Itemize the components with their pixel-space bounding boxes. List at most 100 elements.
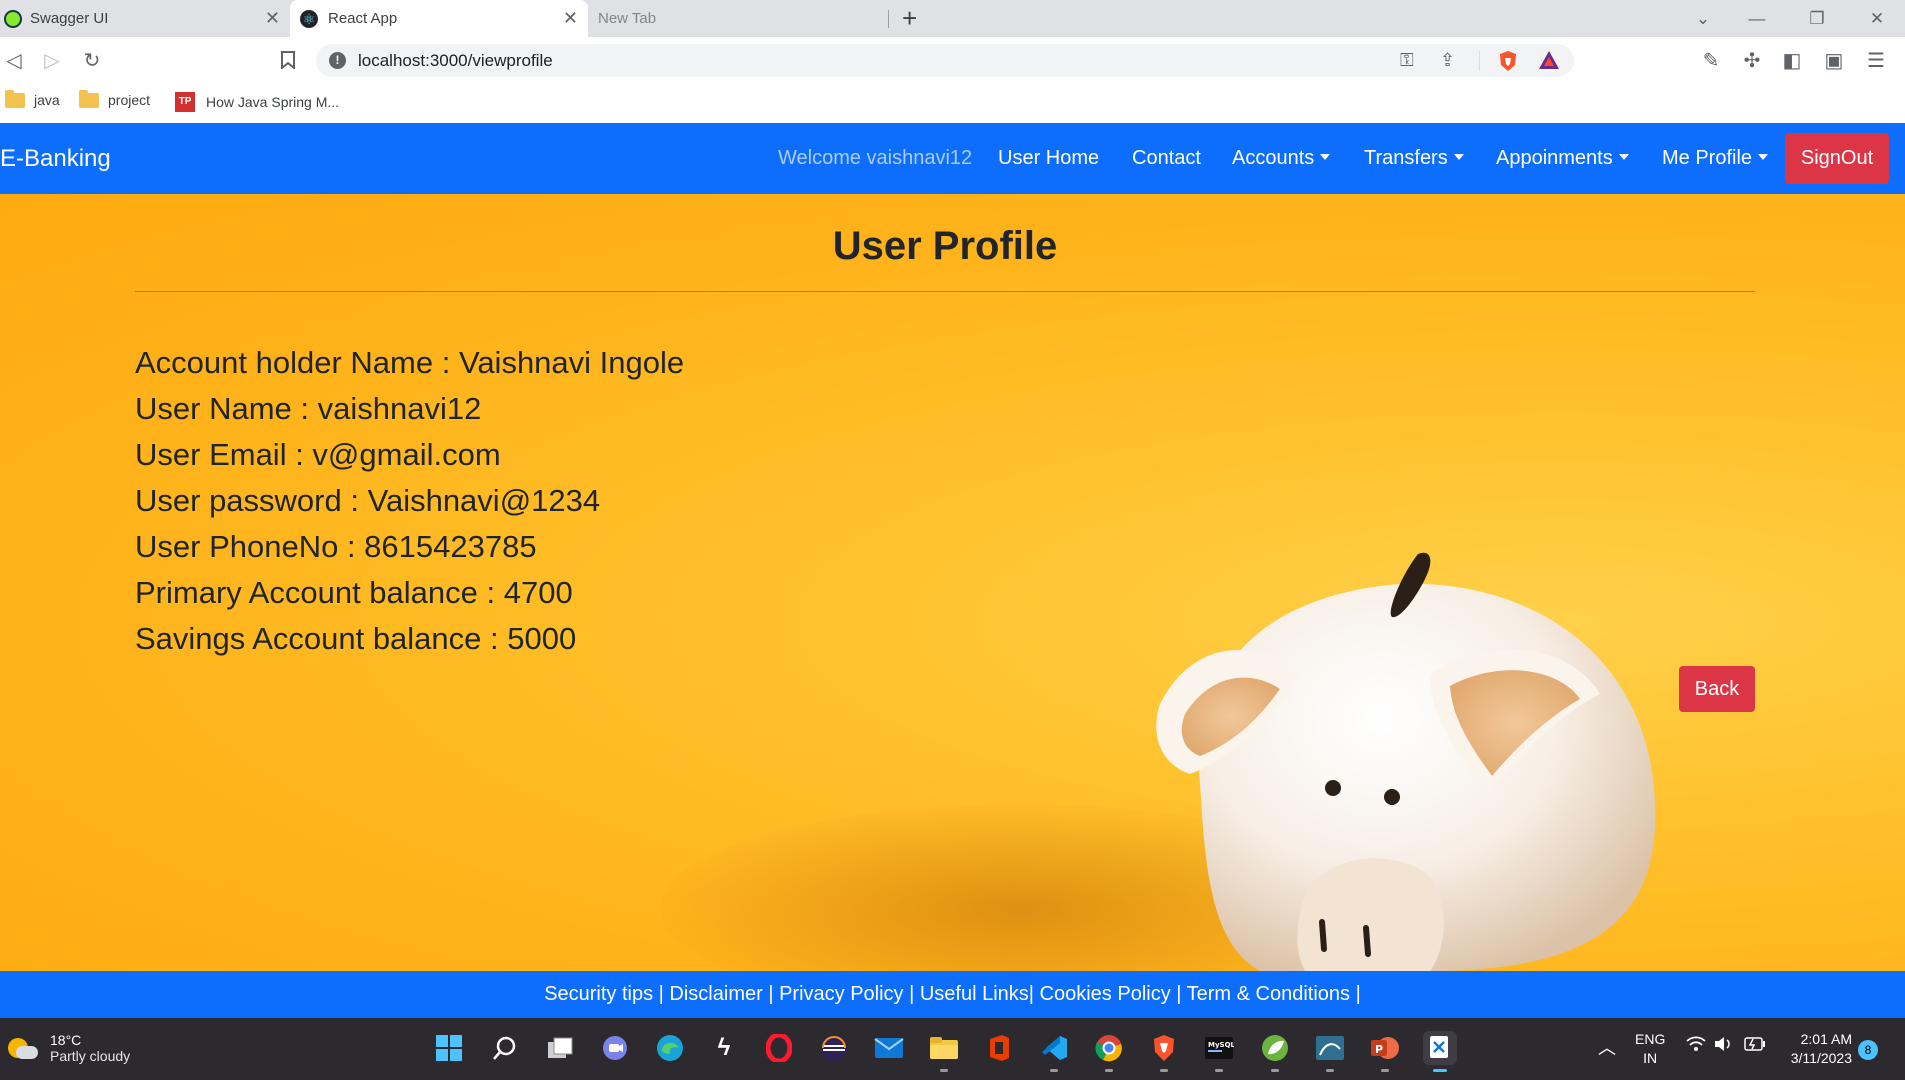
tray-chevron-icon[interactable]: ︿ <box>1598 1034 1616 1060</box>
tab-react-app[interactable]: ⚛ React App ✕ <box>290 0 588 37</box>
close-tab-icon[interactable]: ✕ <box>563 8 578 29</box>
profile-details: Account holder Name : Vaishnavi Ingole U… <box>135 340 684 662</box>
reload-icon[interactable]: ↻ <box>78 46 106 74</box>
swagger-favicon-icon <box>4 9 22 28</box>
wifi-icon[interactable] <box>1686 1036 1706 1055</box>
footer-links[interactable]: Security tips | Disclaimer | Privacy Pol… <box>544 983 1361 1006</box>
close-tab-icon[interactable]: ✕ <box>265 8 280 29</box>
brave-shield-icon[interactable] <box>1498 50 1518 77</box>
language-indicator[interactable]: ENG IN <box>1635 1030 1665 1068</box>
weather-widget[interactable]: 18°C Partly cloudy <box>8 1032 130 1064</box>
minimize-icon[interactable]: — <box>1730 0 1784 37</box>
caret-down-icon <box>1618 154 1629 160</box>
folder-icon <box>79 89 99 108</box>
battery-icon[interactable] <box>1744 1037 1766 1054</box>
nav-contact[interactable]: Contact <box>1132 147 1201 170</box>
primary-balance: Primary Account balance : 4700 <box>135 575 573 610</box>
brave-rewards-icon[interactable] <box>1538 50 1560 75</box>
weather-desc: Partly cloudy <box>50 1048 131 1064</box>
clock-time: 2:01 AM <box>1800 1031 1852 1047</box>
mysql-shell-icon[interactable]: MySQL <box>1202 1031 1236 1072</box>
caret-down-icon <box>1320 154 1331 160</box>
highlighter-icon[interactable]: ✎ <box>1697 46 1725 74</box>
tab-divider <box>888 10 889 28</box>
file-explorer-icon[interactable] <box>927 1031 961 1072</box>
lang-region: IN <box>1643 1050 1658 1066</box>
opera-icon[interactable] <box>762 1031 796 1065</box>
sublime-bolt-icon[interactable]: ϟ <box>707 1031 741 1065</box>
running-indicator <box>940 1069 948 1072</box>
key-icon[interactable]: ⚿ <box>1400 50 1414 71</box>
address-url: localhost:3000/viewprofile <box>358 51 553 70</box>
nav-accounts-dropdown[interactable]: Accounts <box>1232 147 1331 170</box>
teams-chat-icon[interactable] <box>598 1031 632 1065</box>
running-indicator <box>1050 1069 1058 1072</box>
lang-code: ENG <box>1635 1031 1666 1047</box>
volume-icon[interactable] <box>1714 1036 1734 1055</box>
office-icon[interactable] <box>982 1031 1016 1065</box>
nav-appoinments-dropdown[interactable]: Appoinments <box>1496 147 1629 170</box>
tab-title: React App <box>328 10 398 27</box>
close-window-icon[interactable]: ✕ <box>1850 0 1904 37</box>
back-arrow-icon[interactable]: ◁ <box>0 46 28 74</box>
nav-label: Transfers <box>1364 147 1448 169</box>
brand-logo[interactable]: E-Banking <box>0 145 111 173</box>
forward-arrow-icon[interactable]: ▷ <box>38 46 66 74</box>
snipping-tool-icon[interactable] <box>1423 1031 1457 1072</box>
share-icon[interactable]: ⇪ <box>1440 50 1455 71</box>
nav-transfers-dropdown[interactable]: Transfers <box>1364 147 1464 170</box>
bookmark-label: How Java Spring M... <box>206 94 340 110</box>
brave-browser-icon[interactable] <box>1147 1031 1181 1072</box>
site-info-icon[interactable]: ! <box>329 52 346 69</box>
system-clock[interactable]: 2:01 AM 3/11/2023 <box>1770 1030 1852 1068</box>
tab-search-chevron-icon[interactable]: ⌄ <box>1676 0 1730 37</box>
task-view-icon[interactable] <box>543 1031 577 1065</box>
extensions-puzzle-icon[interactable]: ✣ <box>1738 46 1766 74</box>
user-phone: User PhoneNo : 8615423785 <box>135 529 537 564</box>
bookmark-label: java <box>34 92 60 108</box>
menu-icon[interactable]: ☰ <box>1862 46 1890 74</box>
folder-icon <box>5 89 25 108</box>
wallet-icon[interactable]: ▣ <box>1820 46 1848 74</box>
new-tab-button[interactable]: + <box>902 0 932 37</box>
nav-me-profile-dropdown[interactable]: Me Profile <box>1662 147 1769 170</box>
signout-button[interactable]: SignOut <box>1785 133 1889 184</box>
search-icon[interactable] <box>488 1031 522 1065</box>
tab-swagger-ui[interactable]: Swagger UI ✕ <box>0 0 290 37</box>
tp-icon: TP <box>175 92 195 112</box>
restore-icon[interactable]: ❐ <box>1790 0 1844 37</box>
address-bar[interactable]: ! localhost:3000/viewprofile ⚿ ⇪ <box>316 44 1574 77</box>
vscode-icon[interactable] <box>1037 1031 1071 1072</box>
spring-tool-suite-icon[interactable] <box>1258 1031 1292 1072</box>
tab-title: Swagger UI <box>30 10 109 27</box>
nav-user-home[interactable]: User Home <box>998 147 1099 170</box>
running-indicator <box>1105 1069 1113 1072</box>
notification-badge[interactable]: 8 <box>1858 1040 1878 1060</box>
bookmark-project[interactable]: project <box>79 89 150 108</box>
chrome-icon[interactable] <box>1092 1031 1126 1072</box>
start-icon[interactable] <box>432 1031 466 1065</box>
caret-down-icon <box>1758 154 1769 160</box>
back-button[interactable]: Back <box>1679 666 1755 712</box>
eclipse-icon[interactable] <box>817 1031 851 1065</box>
weather-temp: 18°C <box>50 1032 82 1048</box>
bookmark-how-java-spring[interactable]: TP How Java Spring M... <box>175 92 339 112</box>
omnibox-divider <box>1479 51 1480 71</box>
account-holder-name: Account holder Name : Vaishnavi Ingole <box>135 345 685 380</box>
edge-icon[interactable] <box>653 1031 687 1065</box>
active-indicator <box>1433 1069 1447 1072</box>
mysql-workbench-icon[interactable] <box>1313 1031 1347 1072</box>
mail-icon[interactable] <box>872 1031 906 1065</box>
tab-new-tab[interactable]: New Tab <box>588 0 888 37</box>
bookmarks-bar: java project TP How Java Spring M... <box>0 83 1905 123</box>
browser-toolbar: ◁ ▷ ↻ ! localhost:3000/viewprofile ⚿ ⇪ ✎… <box>0 37 1905 83</box>
clock-date: 3/11/2023 <box>1790 1050 1852 1066</box>
svg-text:P: P <box>1375 1043 1383 1056</box>
bookmark-java[interactable]: java <box>5 89 60 108</box>
powerpoint-icon[interactable]: P <box>1368 1031 1402 1072</box>
running-indicator <box>1160 1069 1168 1072</box>
react-favicon-icon: ⚛ <box>300 9 318 28</box>
windows-taskbar: 18°C Partly cloudy ϟ MySQL P ︿ ENG IN 2:… <box>0 1018 1905 1080</box>
sidebar-icon[interactable]: ◧ <box>1778 46 1806 74</box>
bookmark-icon[interactable] <box>274 46 302 74</box>
